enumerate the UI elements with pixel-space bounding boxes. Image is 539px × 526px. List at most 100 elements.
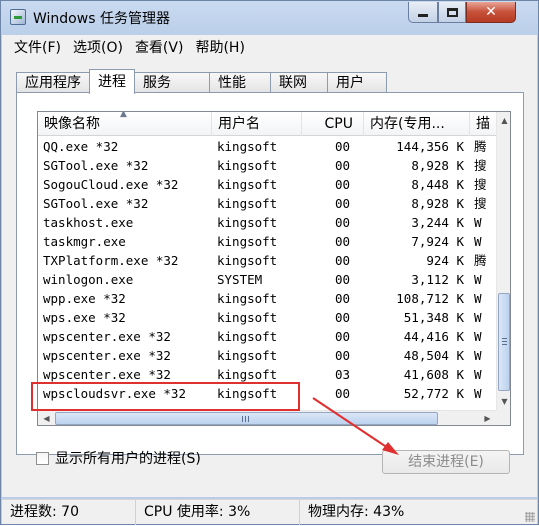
show-all-users-checkbox[interactable] xyxy=(36,451,49,465)
process-cpu: 00 xyxy=(334,196,350,211)
process-cpu: 00 xyxy=(334,253,350,268)
process-cpu: 00 xyxy=(334,234,350,249)
process-image-name: taskhost.exe xyxy=(43,215,134,230)
process-memory: 3,244 K xyxy=(411,215,464,230)
tab-networking[interactable]: 联网 xyxy=(270,72,328,93)
tab-strip: 应用程序 进程 服务 性能 联网 用户 xyxy=(16,69,387,94)
tab-users[interactable]: 用户 xyxy=(327,72,387,93)
process-memory: 52,772 K xyxy=(403,386,464,401)
column-header-image-name[interactable]: ▲ 映像名称 xyxy=(38,112,212,136)
column-header-description-label: 描 xyxy=(476,116,490,132)
process-image-name: SGTool.exe *32 xyxy=(43,158,149,173)
process-image-name: taskmgr.exe xyxy=(43,234,126,249)
process-user-name: kingsoft xyxy=(217,234,278,249)
process-image-name: SGTool.exe *32 xyxy=(43,196,149,211)
process-description: W xyxy=(474,215,482,230)
process-cpu: 00 xyxy=(334,310,350,325)
client-area: 应用程序 进程 服务 性能 联网 用户 ▲ 映像名称 用户名 CPU 内存(专用… xyxy=(2,61,537,497)
horizontal-scrollbar[interactable]: ◀ ▶ xyxy=(38,410,496,425)
horizontal-scroll-thumb[interactable] xyxy=(55,412,438,425)
column-header-cpu[interactable]: CPU xyxy=(302,112,364,136)
process-user-name: kingsoft xyxy=(217,329,278,344)
process-cpu: 00 xyxy=(334,272,350,287)
process-description: W xyxy=(474,291,482,306)
process-cpu: 00 xyxy=(334,386,350,401)
menu-view[interactable]: 查看(V) xyxy=(129,35,190,61)
process-image-name: QQ.exe *32 xyxy=(43,139,119,154)
table-row[interactable]: wpp.exe *32 kingsoft 00 108,712 K W xyxy=(38,289,496,308)
process-rows: QQ.exe *32 kingsoft 00 144,356 K 腾 SGTool.exe… xyxy=(38,137,496,403)
list-header: ▲ 映像名称 用户名 CPU 内存(专用... 描 xyxy=(38,112,496,136)
process-memory: 108,712 K xyxy=(396,291,464,306)
end-process-button[interactable]: 结束进程(E) xyxy=(382,450,510,474)
process-memory: 51,348 K xyxy=(403,310,464,325)
process-memory: 3,112 K xyxy=(411,272,464,287)
menu-help[interactable]: 帮助(H) xyxy=(189,35,250,61)
table-row[interactable]: winlogon.exe SYSTEM 00 3,112 K W xyxy=(38,270,496,289)
process-description: W xyxy=(474,234,482,249)
maximize-button[interactable] xyxy=(438,2,466,23)
table-row[interactable]: QQ.exe *32 kingsoft 00 144,356 K 腾 xyxy=(38,137,496,156)
show-all-users-option[interactable]: 显示所有用户的进程(S) xyxy=(36,448,201,468)
process-user-name: kingsoft xyxy=(217,196,278,211)
process-description: W xyxy=(474,348,482,363)
menu-file[interactable]: 文件(F) xyxy=(8,35,67,61)
table-row[interactable]: TXPlatform.exe *32 kingsoft 00 924 K 腾 xyxy=(38,251,496,270)
process-cpu: 00 xyxy=(334,139,350,154)
process-user-name: kingsoft xyxy=(217,310,278,325)
process-memory: 8,928 K xyxy=(411,196,464,211)
process-memory: 7,924 K xyxy=(411,234,464,249)
process-memory: 8,448 K xyxy=(411,177,464,192)
process-user-name: kingsoft xyxy=(217,177,278,192)
tab-performance[interactable]: 性能 xyxy=(209,72,271,93)
status-cpu-usage: CPU 使用率: 3% xyxy=(136,500,300,525)
tab-applications[interactable]: 应用程序 xyxy=(16,72,90,93)
process-list[interactable]: ▲ 映像名称 用户名 CPU 内存(专用... 描 QQ.exe *32 kin… xyxy=(37,111,511,426)
process-image-name: SogouCloud.exe *32 xyxy=(43,177,179,192)
process-description: W xyxy=(474,310,482,325)
status-process-count: 进程数: 70 xyxy=(2,500,136,525)
menu-options[interactable]: 选项(O) xyxy=(67,35,129,61)
column-header-memory[interactable]: 内存(专用... xyxy=(364,112,470,136)
scroll-left-icon[interactable]: ◀ xyxy=(38,411,55,425)
process-memory: 44,416 K xyxy=(403,329,464,344)
sort-up-icon: ▲ xyxy=(120,112,127,119)
tab-services[interactable]: 服务 xyxy=(134,72,210,93)
process-memory: 924 K xyxy=(426,253,464,268)
table-row[interactable]: SogouCloud.exe *32 kingsoft 00 8,448 K 搜 xyxy=(38,175,496,194)
process-description: W xyxy=(474,367,482,382)
table-row[interactable]: SGTool.exe *32 kingsoft 00 8,928 K 搜 xyxy=(38,156,496,175)
scroll-down-icon[interactable]: ▼ xyxy=(497,393,510,410)
column-header-user-name[interactable]: 用户名 xyxy=(212,112,302,136)
minimize-button[interactable] xyxy=(408,2,438,23)
table-row[interactable]: wpscenter.exe *32 kingsoft 00 48,504 K W xyxy=(38,346,496,365)
process-user-name: kingsoft xyxy=(217,139,278,154)
column-header-description[interactable]: 描 xyxy=(470,112,496,136)
vertical-scrollbar[interactable]: ▲ ▼ xyxy=(496,112,510,410)
scroll-up-icon[interactable]: ▲ xyxy=(497,112,510,129)
table-row[interactable]: taskmgr.exe kingsoft 00 7,924 K W xyxy=(38,232,496,251)
process-description: 腾 xyxy=(474,139,487,154)
status-physical-memory: 物理内存: 43% xyxy=(308,504,405,520)
process-user-name: kingsoft xyxy=(217,348,278,363)
scroll-right-icon[interactable]: ▶ xyxy=(479,411,496,425)
tab-processes[interactable]: 进程 xyxy=(89,69,135,94)
process-description: W xyxy=(474,386,482,401)
process-cpu: 00 xyxy=(334,177,350,192)
process-description: 搜 xyxy=(474,177,487,192)
resize-grip-icon[interactable] xyxy=(525,512,535,522)
table-row[interactable]: wps.exe *32 kingsoft 00 51,348 K W xyxy=(38,308,496,327)
vertical-scroll-thumb[interactable] xyxy=(498,293,510,391)
process-description: 腾 xyxy=(474,253,487,268)
table-row[interactable]: wpscenter.exe *32 kingsoft 00 44,416 K W xyxy=(38,327,496,346)
title-bar[interactable]: Windows 任务管理器 ✕ xyxy=(1,1,538,35)
table-row[interactable]: taskhost.exe kingsoft 00 3,244 K W xyxy=(38,213,496,232)
scrollbar-corner xyxy=(496,410,510,425)
table-row[interactable]: SGTool.exe *32 kingsoft 00 8,928 K 搜 xyxy=(38,194,496,213)
close-button[interactable]: ✕ xyxy=(466,2,516,23)
horizontal-grip-icon xyxy=(242,416,250,422)
process-image-name: TXPlatform.exe *32 xyxy=(43,253,179,268)
process-user-name: kingsoft xyxy=(217,253,278,268)
process-memory: 144,356 K xyxy=(396,139,464,154)
process-user-name: SYSTEM xyxy=(217,272,263,287)
